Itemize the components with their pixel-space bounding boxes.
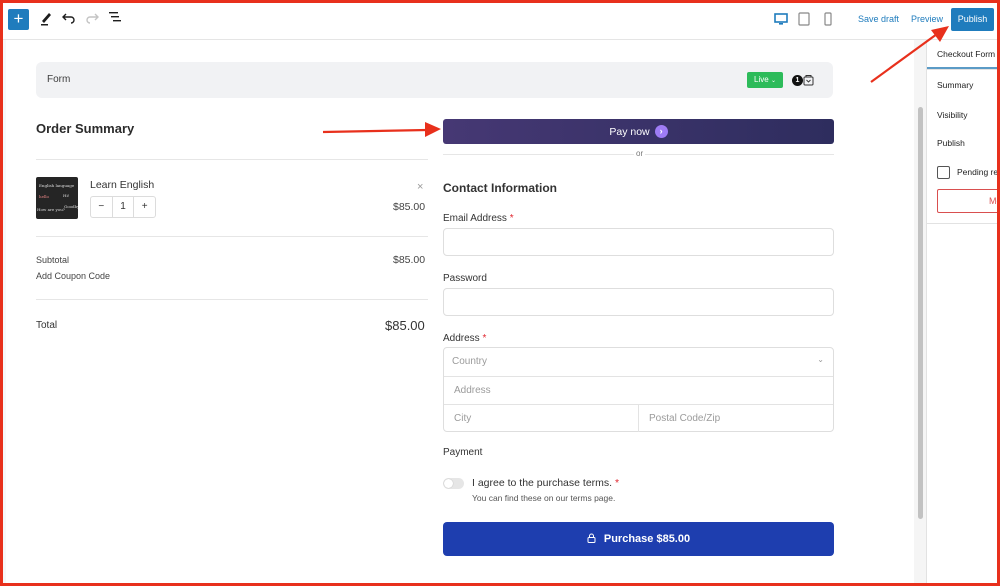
password-field[interactable] bbox=[443, 288, 834, 316]
required-mark: * bbox=[509, 213, 514, 224]
mobile-icon[interactable] bbox=[820, 11, 836, 27]
divider bbox=[36, 236, 428, 237]
add-block-button[interactable]: + bbox=[8, 9, 29, 30]
desktop-icon[interactable] bbox=[773, 11, 789, 27]
or-separator-text: or bbox=[634, 149, 646, 158]
country-select[interactable]: Country ⌄ bbox=[444, 348, 833, 376]
form-block-header[interactable]: Form Live ⌄ 1 bbox=[36, 62, 833, 98]
editor-toolbar: + Save draft Preview Publish bbox=[0, 0, 1000, 40]
product-name: Learn English bbox=[90, 179, 155, 191]
sidebar-item-publish[interactable]: Publish bbox=[937, 138, 965, 148]
terms-help-text: You can find these on our terms page. bbox=[472, 493, 616, 503]
address-placeholder: Address bbox=[454, 385, 491, 396]
terms-label-text: I agree to the purchase terms. bbox=[472, 477, 613, 489]
canvas-scrollbar-thumb[interactable] bbox=[918, 107, 923, 519]
add-coupon-link[interactable]: Add Coupon Code bbox=[36, 271, 110, 281]
order-summary-title: Order Summary bbox=[36, 121, 135, 136]
move-to-trash-button[interactable]: Move to trash bbox=[937, 189, 1000, 213]
product-thumbnail: English language hello Hi! How are you? … bbox=[36, 177, 78, 219]
thumb-text: hello bbox=[39, 194, 49, 199]
tab-checkout-form[interactable]: Checkout Form bbox=[937, 49, 995, 59]
subtotal-label: Subtotal bbox=[36, 255, 70, 265]
email-field[interactable] bbox=[443, 228, 834, 256]
address-label: Address * bbox=[443, 333, 486, 344]
thumb-text: How are you? bbox=[37, 207, 65, 212]
subtotal-value: $85.00 bbox=[393, 254, 426, 266]
thumb-text: Goodbye bbox=[64, 204, 78, 209]
address-label-text: Address bbox=[443, 333, 480, 344]
terms-toggle[interactable] bbox=[443, 478, 464, 489]
remove-item-icon[interactable]: × bbox=[417, 181, 423, 193]
settings-sidebar: Checkout Form Summary Visibility Publish… bbox=[926, 40, 1000, 586]
thumb-text: English language bbox=[39, 183, 75, 188]
divider bbox=[927, 223, 1000, 224]
save-draft-button[interactable]: Save draft bbox=[858, 14, 899, 24]
terms-label: I agree to the purchase terms. * bbox=[472, 477, 619, 489]
cart-count-badge: 1 bbox=[792, 75, 803, 86]
pay-now-label: Pay now bbox=[609, 125, 650, 138]
divider bbox=[927, 69, 1000, 70]
postal-code-input[interactable]: Postal Code/Zip bbox=[649, 413, 720, 424]
live-status-label: Live bbox=[754, 75, 769, 84]
live-status-dropdown[interactable]: Live ⌄ bbox=[747, 72, 783, 88]
chevron-down-icon: ⌄ bbox=[817, 355, 824, 364]
form-label: Form bbox=[47, 74, 71, 85]
total-label: Total bbox=[36, 320, 58, 331]
total-value: $85.00 bbox=[385, 318, 425, 333]
decrease-quantity-button[interactable]: − bbox=[91, 197, 112, 217]
cart-icon[interactable] bbox=[803, 73, 814, 86]
purchase-button[interactable]: Purchase $85.00 bbox=[443, 522, 834, 556]
list-view-icon[interactable] bbox=[106, 10, 124, 28]
payment-label: Payment bbox=[443, 447, 483, 458]
redo-icon[interactable] bbox=[83, 10, 101, 28]
pending-review-checkbox[interactable] bbox=[937, 166, 950, 179]
email-label: Email Address * bbox=[443, 213, 514, 224]
quantity-value[interactable]: 1 bbox=[111, 197, 135, 217]
address-input[interactable]: Address bbox=[444, 376, 833, 404]
pencil-icon[interactable] bbox=[37, 10, 55, 28]
preview-button[interactable]: Preview bbox=[911, 14, 943, 24]
required-mark: * bbox=[615, 477, 620, 489]
quantity-stepper[interactable]: − 1 + bbox=[90, 196, 156, 218]
sidebar-item-visibility[interactable]: Visibility bbox=[937, 110, 968, 120]
required-mark: * bbox=[482, 333, 487, 344]
thumb-text: Hi! bbox=[63, 193, 70, 198]
tablet-icon[interactable] bbox=[796, 11, 812, 27]
chevron-down-icon: ⌄ bbox=[770, 78, 776, 84]
publish-button[interactable]: Publish bbox=[951, 8, 994, 31]
password-label: Password bbox=[443, 273, 487, 284]
purchase-label: Purchase $85.00 bbox=[603, 533, 691, 545]
sidebar-item-summary[interactable]: Summary bbox=[937, 80, 973, 90]
increase-quantity-button[interactable]: + bbox=[134, 197, 155, 217]
product-price: $85.00 bbox=[393, 201, 426, 213]
city-input[interactable]: City bbox=[454, 413, 471, 424]
divider bbox=[36, 299, 428, 300]
address-group: Country ⌄ Address City Postal Code/Zip bbox=[443, 347, 834, 432]
pending-review-label: Pending review bbox=[957, 167, 1000, 177]
field-divider bbox=[638, 405, 639, 432]
divider bbox=[36, 159, 428, 160]
country-placeholder: Country bbox=[452, 356, 488, 367]
contact-information-title: Contact Information bbox=[443, 181, 557, 195]
city-postal-row: City Postal Code/Zip bbox=[444, 404, 833, 432]
pay-now-button[interactable]: Pay now › bbox=[443, 119, 834, 144]
email-label-text: Email Address bbox=[443, 213, 507, 224]
lock-icon bbox=[587, 533, 596, 546]
chevron-right-icon: › bbox=[654, 125, 668, 138]
undo-icon[interactable] bbox=[60, 10, 78, 28]
